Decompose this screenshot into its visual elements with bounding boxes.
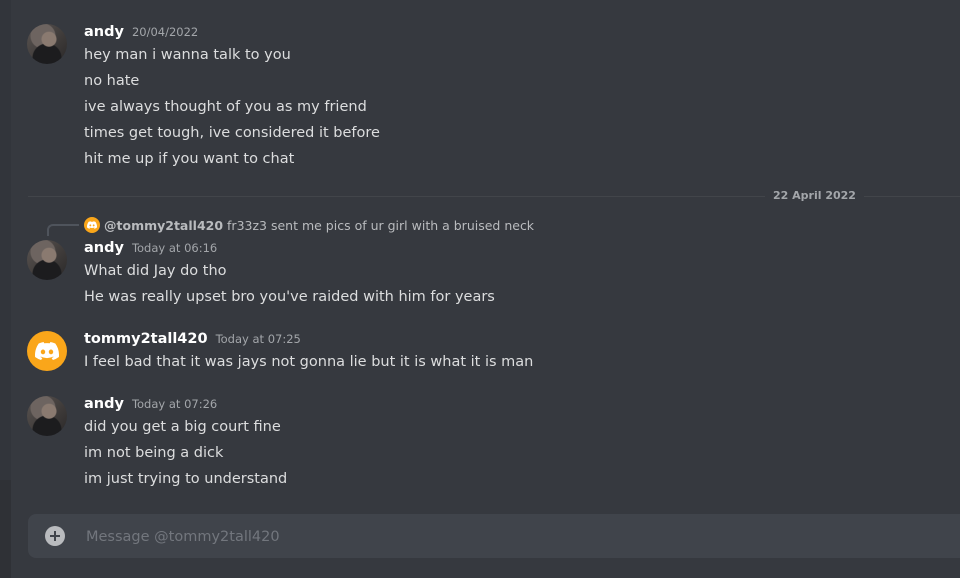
username[interactable]: andy — [84, 240, 124, 256]
message-header: tommy2tall420 Today at 07:25 — [84, 331, 301, 347]
message-composer — [28, 514, 960, 560]
message-text: did you get a big court fine — [84, 419, 281, 435]
reply-spine — [47, 224, 79, 236]
message-text: im just trying to understand — [84, 471, 288, 487]
username[interactable]: andy — [84, 24, 124, 40]
discord-logo-icon — [84, 217, 100, 233]
discord-logo-icon — [35, 342, 59, 360]
date-divider-label: 22 April 2022 — [765, 189, 864, 202]
avatar[interactable] — [27, 331, 67, 371]
message-text: What did Jay do tho — [84, 263, 227, 279]
message-text: I feel bad that it was jays not gonna li… — [84, 354, 534, 370]
add-attachment-button[interactable] — [45, 526, 65, 546]
timestamp: 20/04/2022 — [131, 25, 199, 39]
message-text: ive always thought of you as my friend — [84, 99, 367, 115]
timestamp: Today at 06:16 — [131, 241, 218, 255]
avatar[interactable] — [27, 24, 67, 64]
avatar[interactable] — [27, 396, 67, 436]
username[interactable]: andy — [84, 396, 124, 412]
message-header: andy 20/04/2022 — [84, 24, 198, 40]
message-text: times get tough, ive considered it befor… — [84, 125, 380, 141]
username[interactable]: tommy2tall420 — [84, 331, 208, 347]
message-text: hit me up if you want to chat — [84, 151, 295, 167]
message-text: no hate — [84, 73, 140, 89]
left-edge-lower — [0, 480, 11, 578]
message-text: im not being a dick — [84, 445, 224, 461]
reply-text[interactable]: fr33z3 sent me pics of ur girl with a br… — [227, 218, 534, 233]
avatar[interactable] — [27, 240, 67, 280]
message-text: hey man i wanna talk to you — [84, 47, 291, 63]
message-input[interactable] — [84, 514, 948, 560]
reply-preview[interactable]: @tommy2tall420 fr33z3 sent me pics of ur… — [84, 217, 534, 233]
reply-username[interactable]: @tommy2tall420 — [104, 218, 223, 233]
plus-icon — [50, 531, 60, 541]
message-header: andy Today at 06:16 — [84, 240, 217, 256]
timestamp: Today at 07:26 — [131, 397, 218, 411]
message-header: andy Today at 07:26 — [84, 396, 217, 412]
timestamp: Today at 07:25 — [215, 332, 301, 346]
message-text: He was really upset bro you've raided wi… — [84, 289, 495, 305]
